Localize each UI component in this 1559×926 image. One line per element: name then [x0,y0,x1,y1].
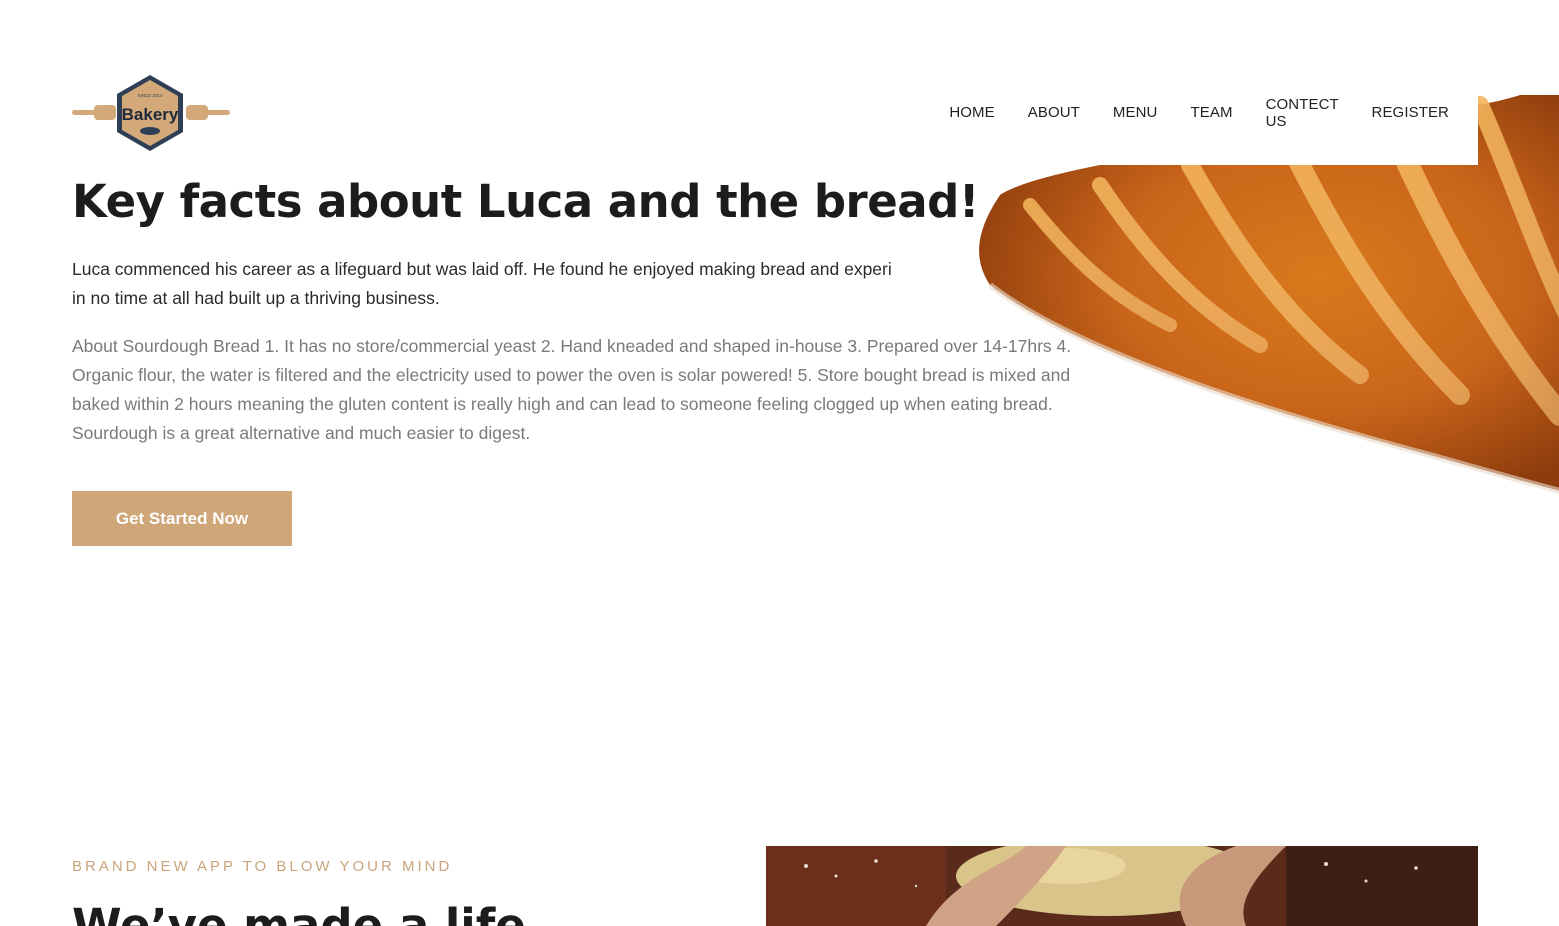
get-started-button[interactable]: Get Started Now [72,491,292,546]
nav-menu[interactable]: MENU [1113,104,1158,121]
main-nav: HOME ABOUT MENU TEAM CONTECT US REGISTER [918,60,1478,165]
hero-lead: Luca commenced his career as a lifeguard… [72,255,998,313]
nav-contact[interactable]: CONTECT US [1266,96,1339,130]
logo-tagline: SINCE 2014 [137,93,163,98]
nav-about[interactable]: ABOUT [1028,104,1080,121]
nav-register[interactable]: REGISTER [1372,104,1449,121]
section-eyebrow: BRAND NEW APP TO BLOW YOUR MIND [72,858,453,875]
bakery-logo[interactable]: SINCE 2014 Bakery [72,74,230,152]
hero-description: About Sourdough Bread 1. It has no store… [72,336,1072,443]
nav-home[interactable]: HOME [949,104,994,121]
hero-lead-line-2: in no time at all had built up a thrivin… [72,288,440,308]
section-title: We’ve made a life [72,899,526,926]
hero-title: Key facts about Luca and the bread! [72,175,979,228]
nav-team[interactable]: TEAM [1191,104,1233,121]
dough-kneading-image [766,846,1478,926]
hero-lead-line-1: Luca commenced his career as a lifeguard… [72,259,892,279]
logo-wordmark: Bakery [122,105,179,124]
